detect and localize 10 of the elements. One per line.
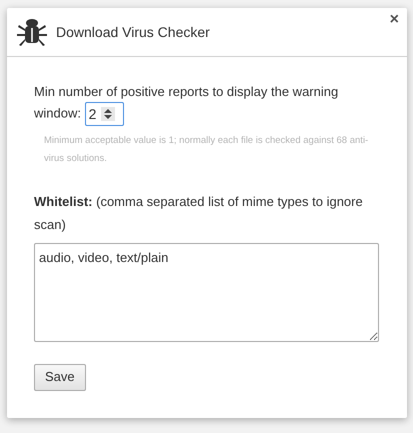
save-button[interactable]: Save — [34, 364, 86, 390]
whitelist-label: Whitelist: (comma separated list of mime types to ignore scan) — [34, 193, 364, 234]
spinner-icon[interactable] — [101, 107, 116, 121]
min-reports-hint: Minimum acceptable value is 1; normally each file is checked against 68 anti-virus solutions. — [43, 134, 369, 166]
dialog-title: Download Virus Checker — [56, 22, 211, 42]
bug-icon — [17, 17, 47, 47]
close-button[interactable]: × — [390, 12, 399, 28]
min-reports-label: Min number of positive reports to display the warning window: 2 — [34, 81, 379, 126]
whitelist-field[interactable]: audio, video, text/plain — [34, 243, 379, 342]
min-reports-field[interactable]: 2 — [84, 102, 124, 126]
